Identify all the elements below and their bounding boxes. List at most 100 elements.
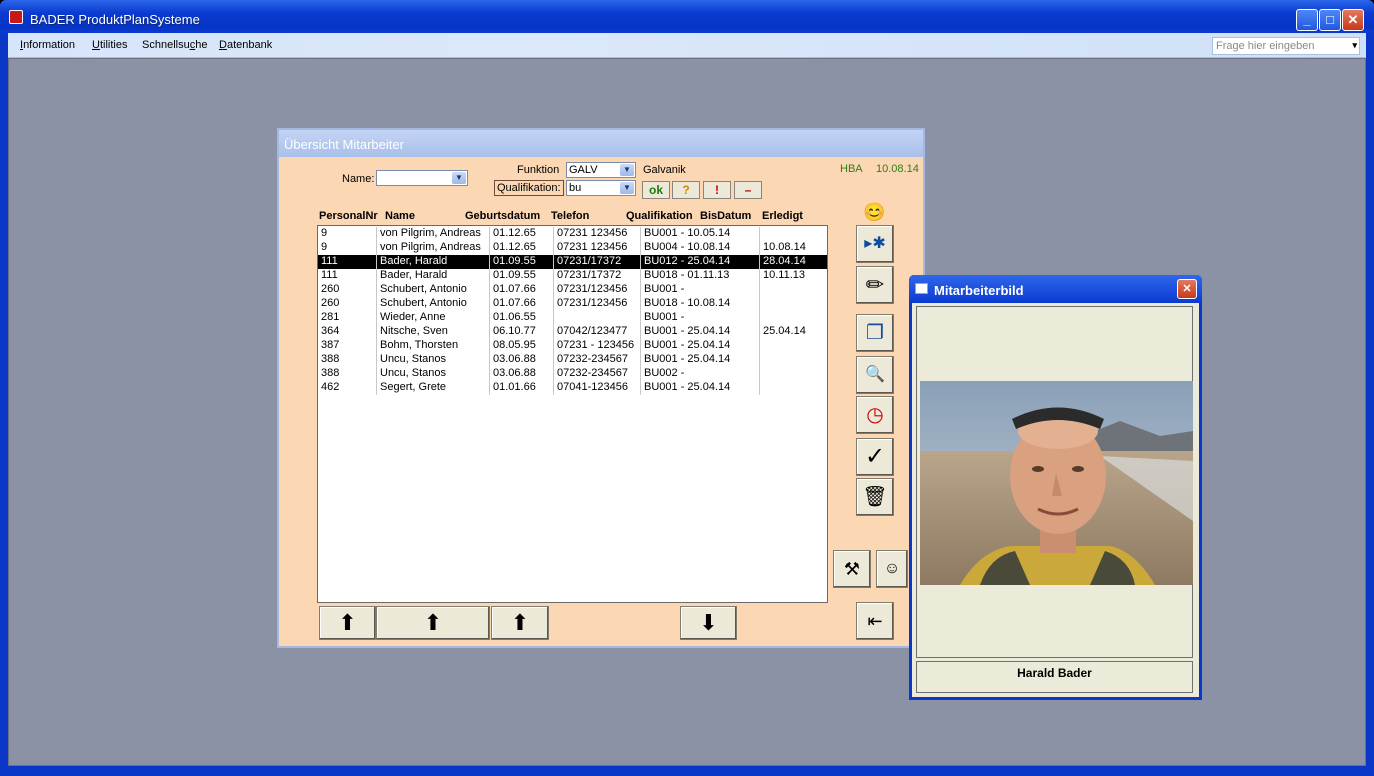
table-row[interactable]: 462 Segert, Grete 01.01.66 07041-123456 BU00… <box>318 381 827 395</box>
image-dialog-close-button[interactable]: ✕ <box>1177 279 1197 299</box>
chevron-down-icon: ▼ <box>620 164 634 176</box>
table-cell: 260 <box>321 283 340 295</box>
title-bar[interactable]: BADER ProduktPlanSysteme _ □ ✕ <box>0 0 1374 33</box>
qualifikation-label: Qualifikation: <box>494 180 564 196</box>
form-title-bar[interactable]: Übersicht Mitarbeiter <box>279 130 923 157</box>
table-row[interactable]: 388 Uncu, Stanos 03.06.88 07232-234567 BU001… <box>318 353 827 367</box>
col-geburtsdatum[interactable]: Geburtsdatum <box>465 210 540 222</box>
col-erledigt[interactable]: Erledigt <box>762 210 803 222</box>
table-cell: 10.11.13 <box>759 269 827 283</box>
image-dialog-title-bar[interactable]: Mitarbeiterbild ✕ <box>909 275 1202 303</box>
table-cell: 03.06.88 <box>489 353 553 367</box>
table-cell: 07231 - 123456 <box>553 339 640 353</box>
qualifikation-combo[interactable]: bu ▼ <box>566 180 636 196</box>
table-cell: 01.07.66 <box>489 283 553 297</box>
help-search-input[interactable]: Frage hier eingeben ▾ <box>1212 37 1360 55</box>
table-cell: BU018 - 01.11.13 <box>640 269 759 283</box>
app-title: BADER ProduktPlanSysteme <box>30 12 200 27</box>
query-button[interactable]: ? <box>672 181 700 199</box>
table-cell: 28.04.14 <box>759 255 827 269</box>
table-row[interactable]: 260 Schubert, Antonio 01.07.66 07231/123456… <box>318 297 827 311</box>
table-row[interactable]: 388 Uncu, Stanos 03.06.88 07232-234567 BU002… <box>318 367 827 381</box>
menu-utilities[interactable]: Utilities <box>92 39 127 51</box>
table-cell <box>759 339 827 353</box>
preview-button[interactable]: 🔍 <box>856 356 894 394</box>
tool-button[interactable]: ⚒ <box>833 550 871 588</box>
table-row[interactable]: 9 von Pilgrim, Andreas 01.12.65 07231 12345… <box>318 241 827 255</box>
table-cell: 07231/17372 <box>553 269 640 283</box>
table-cell: Bader, Harald <box>376 269 489 283</box>
name-combo[interactable]: ▼ <box>376 170 468 186</box>
table-cell: 111 <box>321 269 338 281</box>
app-window: BADER ProduktPlanSysteme _ □ ✕ Informati… <box>0 0 1374 776</box>
name-label: Name: <box>342 173 375 185</box>
table-cell: Nitsche, Sven <box>376 325 489 339</box>
table-row[interactable]: 111 Bader, Harald 01.09.55 07231/17372 BU012… <box>318 255 827 269</box>
exit-door-icon: ⇤ <box>867 611 883 631</box>
maximize-button[interactable]: □ <box>1319 9 1341 31</box>
funktion-description: Galvanik <box>643 164 686 176</box>
delete-button[interactable]: 🗑 <box>856 478 894 516</box>
col-qualifikation[interactable]: Qualifikation <box>626 210 693 222</box>
table-cell: BU001 - 10.05.14 <box>640 227 759 241</box>
copy-button[interactable]: ❐ <box>856 314 894 352</box>
next-record-button[interactable]: ⬇ <box>680 606 737 640</box>
table-cell: 07041-123456 <box>553 381 640 395</box>
table-cell: 388 <box>321 353 340 365</box>
table-row[interactable]: 364 Nitsche, Sven 06.10.77 07042/123477 BU00… <box>318 325 827 339</box>
clock-icon: ◷ <box>866 404 884 426</box>
table-row[interactable]: 281 Wieder, Anne 01.06.55 BU001 - <box>318 311 827 325</box>
table-cell: Bohm, Thorsten <box>376 339 489 353</box>
exit-button[interactable]: ⇤ <box>856 602 894 640</box>
employee-overview-form: Übersicht Mitarbeiter Name: ▼ Funktion G… <box>277 128 925 648</box>
col-telefon[interactable]: Telefon <box>551 210 589 222</box>
minimize-button[interactable]: _ <box>1296 9 1318 31</box>
table-cell: 01.07.66 <box>489 297 553 311</box>
new-record-button[interactable]: ▸✱ <box>856 225 894 263</box>
exclaim-button[interactable]: ! <box>703 181 731 199</box>
menu-datenbank[interactable]: Datenbank <box>219 39 272 51</box>
table-cell: 01.09.55 <box>489 255 553 269</box>
dropdown-arrow-icon[interactable]: ▾ <box>1352 40 1357 51</box>
smiley-icon: 😊 <box>863 202 886 222</box>
first-record-button[interactable]: ⬆ <box>319 606 376 640</box>
edit-button[interactable]: ✏ <box>856 266 894 304</box>
table-row[interactable]: 9 von Pilgrim, Andreas 01.12.65 07231 12345… <box>318 227 827 241</box>
close-button[interactable]: ✕ <box>1342 9 1364 31</box>
clock-button[interactable]: ◷ <box>856 396 894 434</box>
mask-icon: ☺ <box>883 560 901 577</box>
table-cell <box>759 367 827 381</box>
employee-list[interactable]: 9 von Pilgrim, Andreas 01.12.65 07231 12345… <box>317 225 828 603</box>
menu-information[interactable]: Information <box>20 39 75 51</box>
current-date: 10.08.14 <box>876 163 919 175</box>
table-cell: 06.10.77 <box>489 325 553 339</box>
prev-page-button[interactable]: ⬆ <box>376 606 490 640</box>
ok-button[interactable]: ok <box>642 181 670 199</box>
table-row[interactable]: 111 Bader, Harald 01.09.55 07231/17372 BU018… <box>318 269 827 283</box>
table-cell <box>759 311 827 325</box>
table-cell: BU012 - 25.04.14 <box>640 255 759 269</box>
table-row[interactable]: 387 Bohm, Thorsten 08.05.95 07231 - 123456 B… <box>318 339 827 353</box>
prev-record-button[interactable]: ⬆ <box>491 606 549 640</box>
confirm-button[interactable]: ✓ <box>856 438 894 476</box>
menu-schnellsuche[interactable]: Schnellsuche <box>142 39 207 51</box>
mask-button[interactable]: ☺ <box>876 550 908 588</box>
table-cell: 01.06.55 <box>489 311 553 325</box>
table-cell: 07232-234567 <box>553 353 640 367</box>
table-cell: BU001 - <box>640 283 759 297</box>
funktion-combo[interactable]: GALV ▼ <box>566 162 636 178</box>
table-cell: BU004 - 10.08.14 <box>640 241 759 255</box>
menu-bar: Information Utilities Schnellsuche Daten… <box>8 33 1366 58</box>
clear-button[interactable]: – <box>734 181 762 199</box>
table-row[interactable]: 260 Schubert, Antonio 01.07.66 07231/123456… <box>318 283 827 297</box>
table-cell: 9 <box>321 227 328 239</box>
table-cell: 364 <box>321 325 340 337</box>
table-cell: 462 <box>321 381 340 393</box>
table-cell: BU001 - 25.04.14 <box>640 381 759 395</box>
col-personalnr[interactable]: PersonalNr <box>319 210 378 222</box>
col-name[interactable]: Name <box>385 210 415 222</box>
new-record-icon: ▸✱ <box>864 235 886 252</box>
table-cell: 01.01.66 <box>489 381 553 395</box>
col-bisdatum[interactable]: BisDatum <box>700 210 751 222</box>
employee-photo <box>920 381 1193 585</box>
